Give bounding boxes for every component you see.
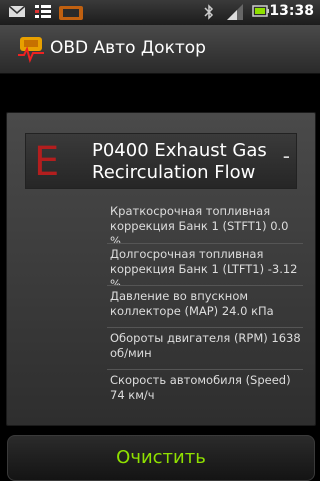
collapse-toggle[interactable]: - bbox=[283, 144, 290, 168]
dtc-panel: E P0400 Exhaust Gas Recirculation Flow -… bbox=[6, 112, 316, 426]
list-item: Краткосрочная топливная коррекция Банк 1… bbox=[110, 204, 289, 243]
list-item: Давление во впускном коллекторе (MAP) 24… bbox=[107, 285, 303, 327]
dtc-status-letter: E bbox=[34, 139, 60, 185]
signal-icon bbox=[226, 3, 244, 25]
list-item: Долгосрочная топливная коррекция Банк 1 … bbox=[107, 243, 303, 285]
clear-button[interactable]: Очистить bbox=[7, 435, 315, 481]
clock-time: 13:38 bbox=[269, 3, 314, 19]
dtc-header[interactable]: E P0400 Exhaust Gas Recirculation Flow - bbox=[25, 133, 297, 189]
app-title: OBD Авто Доктор bbox=[50, 38, 206, 58]
bottom-bar: Очистить bbox=[0, 430, 320, 481]
obd-logo-icon bbox=[16, 35, 46, 67]
bluetooth-icon bbox=[204, 3, 214, 25]
freeze-frame-list: Краткосрочная топливная коррекция Банк 1… bbox=[107, 201, 303, 411]
status-bar: 13:38 bbox=[0, 0, 320, 25]
email-icon bbox=[8, 3, 26, 23]
list-icon bbox=[34, 3, 52, 23]
car-obd-icon bbox=[58, 3, 84, 25]
battery-icon bbox=[252, 3, 270, 23]
list-item: Обороты двигателя (RPM) 1638 об/мин bbox=[107, 327, 303, 369]
title-bar: OBD Авто Доктор bbox=[0, 25, 320, 74]
dtc-code-text: P0400 Exhaust Gas Recirculation Flow bbox=[92, 140, 267, 183]
list-item: Скорость автомобиля (Speed) 74 км/ч bbox=[107, 369, 303, 411]
